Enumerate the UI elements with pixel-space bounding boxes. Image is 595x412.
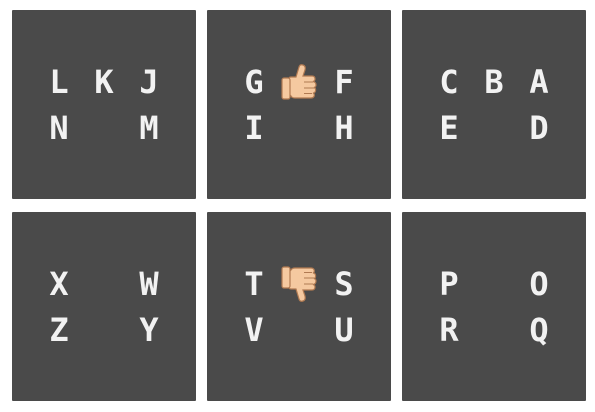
tile-letter: I <box>244 108 264 147</box>
tile-letter: W <box>139 264 159 303</box>
tile-letter: V <box>244 310 264 349</box>
letter-tile-2[interactable]: G F I H <box>207 10 391 199</box>
letter-tile-1[interactable]: L K J N M <box>12 10 196 199</box>
tile-letter: R <box>439 310 459 349</box>
tile-letter: K <box>94 62 114 101</box>
tile-letter: S <box>334 264 354 303</box>
tile-letter: H <box>334 108 354 147</box>
letter-tile-grid: L K J N M G F I H C B A E D X W Z Y T S … <box>12 10 586 402</box>
tile-letters: P O R Q <box>427 261 561 353</box>
tile-letter: L <box>49 62 69 101</box>
thumbs-down-icon <box>280 264 318 304</box>
tile-letter: B <box>484 62 504 101</box>
tile-letter: E <box>439 108 459 147</box>
tile-letter: C <box>439 62 459 101</box>
tile-letter: N <box>49 108 69 147</box>
tile-letter: J <box>139 62 159 101</box>
tile-letter: Y <box>139 310 159 349</box>
tile-letter: U <box>334 310 354 349</box>
tile-letters: C B A E D <box>427 59 561 151</box>
tile-letter: F <box>334 62 354 101</box>
letter-tile-6[interactable]: P O R Q <box>402 212 586 401</box>
letter-tile-3[interactable]: C B A E D <box>402 10 586 199</box>
tile-letter: X <box>49 264 69 303</box>
tile-letters: X W Z Y <box>37 261 171 353</box>
letter-tile-5[interactable]: T S V U <box>207 212 391 401</box>
tile-letter: G <box>244 62 264 101</box>
tile-letter: M <box>139 108 159 147</box>
tile-letter: D <box>529 108 549 147</box>
tile-letter: P <box>439 264 459 303</box>
tile-letter: Q <box>529 310 549 349</box>
tile-letter: T <box>244 264 264 303</box>
tile-letters: G F I H <box>232 59 366 151</box>
tile-letters: T S V U <box>232 261 366 353</box>
tile-letter: Z <box>49 310 69 349</box>
tile-letters: L K J N M <box>37 59 171 151</box>
tile-letter: A <box>529 62 549 101</box>
thumbs-up-icon <box>280 62 318 102</box>
tile-letter: O <box>529 264 549 303</box>
letter-tile-4[interactable]: X W Z Y <box>12 212 196 401</box>
